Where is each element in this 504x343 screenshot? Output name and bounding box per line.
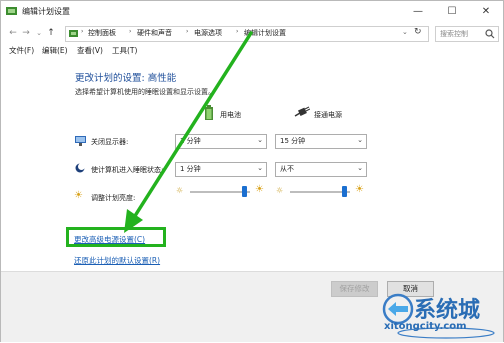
save-button[interactable]: 保存修改 bbox=[331, 281, 378, 297]
watermark-brand-cn: 系统城 bbox=[414, 298, 481, 323]
watermark-brand-url: xitongcity.com bbox=[384, 321, 467, 332]
power-plan-window: 编辑计划设置 — ☐ ✕ ← → ⌄ ↑ › 控制面板 › 硬件和声音 › 电源… bbox=[0, 0, 504, 342]
watermark-logo: 系统城 xitongcity.com bbox=[376, 289, 504, 341]
